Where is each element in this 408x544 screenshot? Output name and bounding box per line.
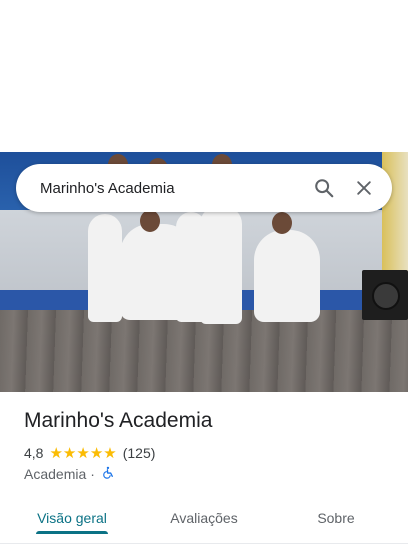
star-icon: ★ xyxy=(76,444,90,462)
rating-stars: ★ ★ ★ ★ ★ xyxy=(49,446,116,461)
search-input[interactable]: Marinho's Academia xyxy=(40,180,304,197)
photo-person-head xyxy=(140,210,160,232)
rating-row[interactable]: 4,8 ★ ★ ★ ★ ★ (125) xyxy=(24,445,155,461)
star-icon: ★ xyxy=(62,444,77,462)
photo-person xyxy=(200,206,242,324)
top-blank-area xyxy=(0,0,408,152)
tab-sobre[interactable]: Sobre xyxy=(296,496,376,540)
star-icon: ★ xyxy=(103,444,117,462)
close-icon[interactable] xyxy=(344,168,384,208)
search-icon[interactable] xyxy=(304,168,344,208)
star-icon: ★ xyxy=(89,444,104,462)
search-bar[interactable]: Marinho's Academia xyxy=(16,164,392,212)
separator-dot: · xyxy=(90,466,95,482)
photo-person xyxy=(120,224,194,320)
tab-avaliacoes[interactable]: Avaliações xyxy=(150,496,258,540)
active-tab-indicator xyxy=(36,531,108,534)
category-label: Academia xyxy=(24,466,87,482)
wheelchair-icon xyxy=(102,466,115,482)
review-count[interactable]: (125) xyxy=(123,445,156,461)
category-row: Academia · xyxy=(24,466,115,482)
photo-speaker xyxy=(362,270,408,320)
photo-person-head xyxy=(272,212,292,234)
photo-person xyxy=(88,214,122,322)
rating-value: 4,8 xyxy=(24,445,44,461)
photo-person xyxy=(254,230,320,322)
star-icon: ★ xyxy=(49,444,63,462)
tab-bar: Visão geral Avaliações Sobre xyxy=(0,496,408,544)
place-title: Marinho's Academia xyxy=(24,409,213,432)
